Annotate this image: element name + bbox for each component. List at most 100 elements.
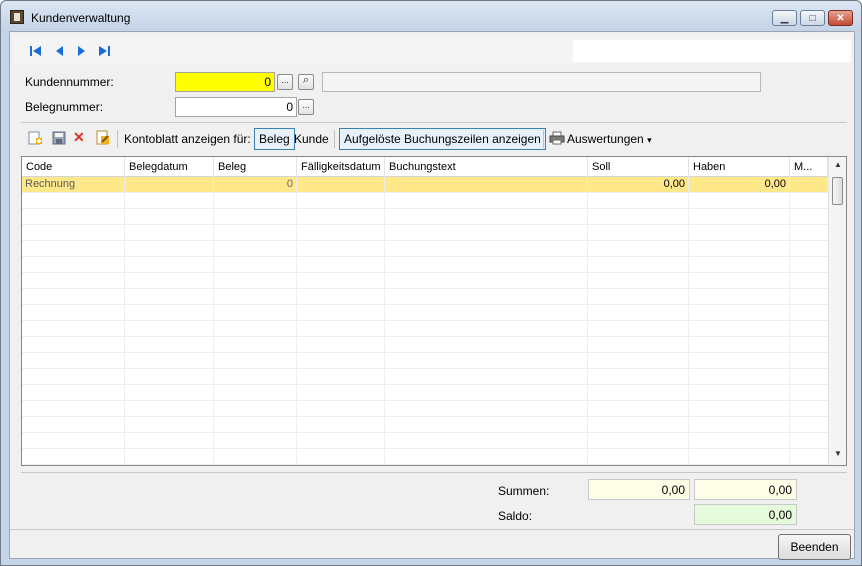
cell-faelligkeitsdatum[interactable] [297, 177, 385, 193]
column-divider [296, 225, 297, 241]
cell-buchungstext[interactable] [385, 177, 588, 193]
aufgeloeste-buchungszeilen-toggle[interactable]: Aufgelöste Buchungszeilen anzeigen [339, 128, 546, 150]
next-record-icon[interactable] [74, 44, 88, 58]
toolbar-separator [117, 130, 118, 148]
empty-row [22, 337, 828, 353]
column-divider [789, 353, 790, 369]
vertical-scrollbar[interactable]: ▲ ▼ [828, 157, 846, 465]
empty-row [22, 273, 828, 289]
column-divider [296, 337, 297, 353]
column-divider [688, 193, 689, 209]
column-divider [296, 321, 297, 337]
column-divider [124, 385, 125, 401]
edit-icon[interactable] [95, 130, 111, 146]
column-divider [789, 401, 790, 417]
summen-label: Summen: [498, 484, 550, 498]
empty-row [22, 449, 828, 465]
last-record-icon[interactable] [97, 44, 111, 58]
cell-beleg[interactable]: 0 [214, 177, 297, 193]
kunde-toggle[interactable]: Kunde [294, 132, 329, 146]
beenden-button[interactable]: Beenden [778, 534, 851, 560]
column-divider [587, 417, 588, 433]
column-divider [384, 385, 385, 401]
column-divider [296, 193, 297, 209]
column-divider [384, 369, 385, 385]
column-divider [384, 305, 385, 321]
column-header-code[interactable]: Code [22, 157, 125, 177]
column-divider [688, 305, 689, 321]
belegnummer-label: Belegnummer: [25, 100, 104, 114]
column-divider [789, 305, 790, 321]
column-divider [213, 193, 214, 209]
search-icon[interactable]: ⌕ [298, 74, 314, 90]
column-divider [296, 257, 297, 273]
table-row[interactable]: Rechnung 0 0,00 0,00 [22, 177, 828, 193]
cell-belegdatum[interactable] [125, 177, 214, 193]
kundennummer-input[interactable]: 0 [175, 72, 275, 92]
column-divider [688, 209, 689, 225]
empty-row [22, 385, 828, 401]
chevron-down-icon: ▾ [647, 135, 652, 145]
kundennummer-lookup-button[interactable]: ... [277, 74, 293, 90]
cell-soll[interactable]: 0,00 [588, 177, 689, 193]
main-window: Kundenverwaltung ▁ □ ✕ Kundennummer: 0 .… [0, 0, 862, 566]
title-bar[interactable]: Kundenverwaltung ▁ □ ✕ [1, 1, 861, 31]
empty-row [22, 401, 828, 417]
column-divider [688, 337, 689, 353]
column-divider [384, 193, 385, 209]
column-divider [124, 401, 125, 417]
column-divider [124, 305, 125, 321]
grid-divider [21, 472, 847, 473]
column-divider [213, 273, 214, 289]
scroll-down-icon[interactable]: ▼ [834, 449, 842, 458]
auswertungen-menu[interactable]: Auswertungen ▾ [567, 132, 652, 146]
column-header-soll[interactable]: Soll [588, 157, 689, 177]
column-divider [296, 433, 297, 449]
new-icon[interactable] [27, 130, 43, 146]
empty-row [22, 321, 828, 337]
column-divider [296, 273, 297, 289]
belegnummer-input[interactable]: 0 [175, 97, 297, 117]
delete-icon[interactable]: ✕ [73, 129, 89, 145]
column-divider [688, 273, 689, 289]
toolbar-separator [543, 130, 544, 148]
column-header-haben[interactable]: Haben [689, 157, 790, 177]
column-header-beleg[interactable]: Beleg [214, 157, 297, 177]
column-divider [213, 369, 214, 385]
belegnummer-lookup-button[interactable]: ... [298, 99, 314, 115]
column-divider [124, 433, 125, 449]
first-record-icon[interactable] [29, 44, 43, 58]
column-divider [384, 257, 385, 273]
scroll-up-icon[interactable]: ▲ [834, 160, 842, 169]
save-icon[interactable] [51, 130, 67, 146]
previous-record-icon[interactable] [53, 44, 67, 58]
column-divider [213, 417, 214, 433]
scrollbar-thumb[interactable] [832, 177, 843, 205]
empty-row [22, 369, 828, 385]
column-divider [384, 417, 385, 433]
column-header-buchungstext[interactable]: Buchungstext [385, 157, 588, 177]
minimize-button[interactable]: ▁ [772, 10, 797, 26]
close-window-button[interactable]: ✕ [828, 10, 853, 26]
cell-haben[interactable]: 0,00 [689, 177, 790, 193]
column-divider [789, 241, 790, 257]
column-header-faelligkeitsdatum[interactable]: Fälligkeitsdatum [297, 157, 385, 177]
column-divider [124, 337, 125, 353]
column-divider [587, 385, 588, 401]
beleg-toggle[interactable]: Beleg [254, 128, 295, 150]
column-divider [587, 257, 588, 273]
column-divider [296, 209, 297, 225]
column-divider [124, 209, 125, 225]
column-header-belegdatum[interactable]: Belegdatum [125, 157, 214, 177]
column-header-m[interactable]: M... [790, 157, 828, 177]
printer-icon[interactable] [549, 130, 565, 146]
form-divider [21, 122, 847, 123]
buchungen-grid[interactable]: Code Belegdatum Beleg Fälligkeitsdatum B… [21, 156, 847, 466]
navigation-blank-area [573, 40, 851, 62]
column-divider [789, 385, 790, 401]
cell-code[interactable]: Rechnung [22, 177, 125, 193]
column-divider [688, 257, 689, 273]
maximize-button[interactable]: □ [800, 10, 825, 26]
cell-m[interactable] [790, 177, 828, 193]
column-divider [789, 289, 790, 305]
